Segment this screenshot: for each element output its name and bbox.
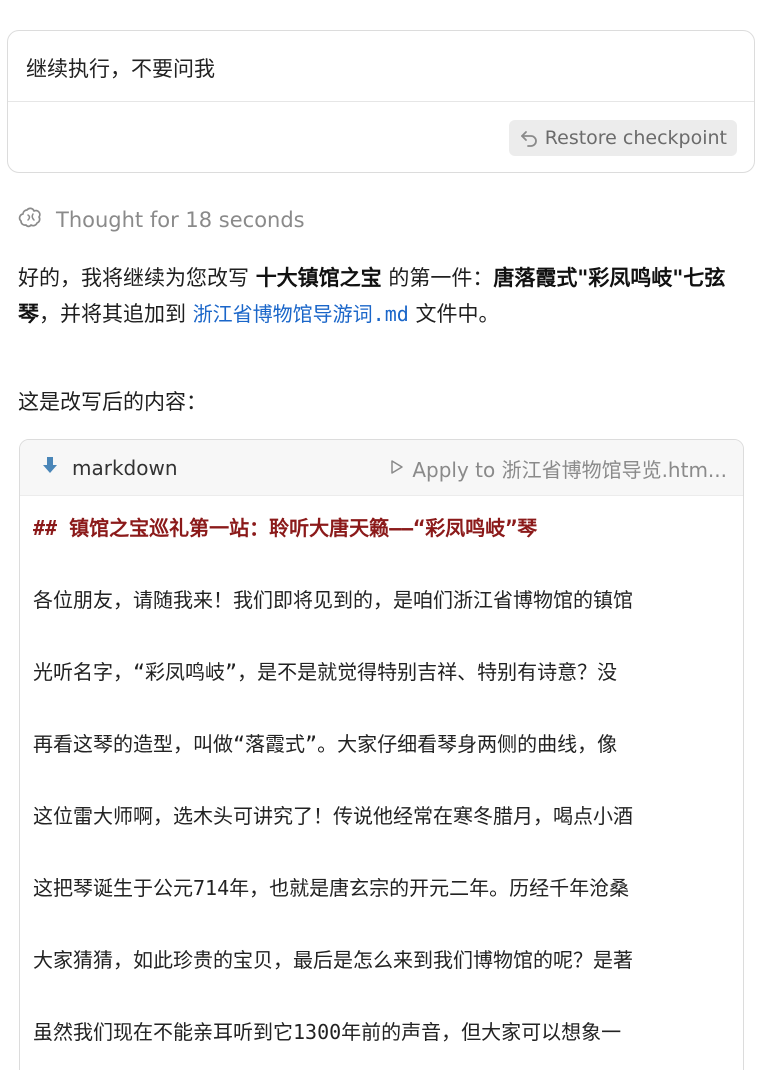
code-line: 再看这琴的造型，叫做“落霞式”。大家仔细看琴身两侧的曲线，像 (33, 732, 618, 756)
thought-toggle[interactable]: Thought for 18 seconds (18, 205, 305, 235)
code-line: 这位雷大师啊，选木头可讲究了！传说他经常在寒冬腊月，喝点小酒 (33, 804, 633, 828)
undo-arrow-icon (519, 128, 539, 148)
brain-icon (18, 206, 44, 235)
apply-label: Apply to 浙江省博物馆导览.htm... (412, 457, 727, 482)
user-message-text: 继续执行，不要问我 (26, 57, 215, 81)
code-line: 虽然我们现在不能亲耳听到它1300年前的声音，但大家可以想象一 (33, 1020, 622, 1044)
code-line-heading: ## 镇馆之宝巡礼第一站：聆听大唐天籁——“彩凤鸣岐”琴 (33, 516, 538, 540)
apply-button[interactable]: Apply to 浙江省博物馆导览.htm... (390, 454, 727, 482)
assistant-message: 好的，我将继续为您改写 十大镇馆之宝 的第一件：唐落霞式"彩凤鸣岐"七弦琴，并将… (18, 260, 758, 332)
code-content[interactable]: ## 镇馆之宝巡礼第一站：聆听大唐天籁——“彩凤鸣岐”琴 各位朋友，请随我来！我… (20, 496, 743, 1070)
file-link[interactable]: 浙江省博物馆导游词.md (193, 302, 409, 326)
assistant-text: 文件中。 (408, 302, 500, 326)
chat-panel: 继续执行，不要问我 Restore checkpoint Thought for… (0, 0, 780, 1070)
assistant-intro-line: 这是改写后的内容： (18, 390, 207, 414)
play-icon (390, 456, 404, 480)
assistant-text: 好的，我将继续为您改写 (18, 266, 256, 290)
markdown-download-icon (42, 456, 58, 481)
user-message-card[interactable]: 继续执行，不要问我 Restore checkpoint (7, 30, 755, 173)
restore-checkpoint-label: Restore checkpoint (544, 127, 727, 149)
code-line: 这把琴诞生于公元714年，也就是唐玄宗的开元二年。历经千年沧桑 (33, 876, 630, 900)
thought-label: Thought for 18 seconds (56, 208, 305, 232)
code-line: 光听名字，“彩凤鸣岐”，是不是就觉得特别吉祥、特别有诗意？没 (33, 660, 618, 684)
assistant-text: ，并将其追加到 (39, 302, 193, 326)
code-block-header: markdown Apply to 浙江省博物馆导览.htm... (20, 440, 743, 496)
code-language: markdown (42, 454, 178, 482)
code-line: 各位朋友，请随我来！我们即将见到的，是咱们浙江省博物馆的镇馆 (33, 588, 633, 612)
divider (8, 101, 754, 102)
restore-checkpoint-button[interactable]: Restore checkpoint (508, 120, 737, 156)
assistant-text: 的第一件： (381, 266, 494, 290)
code-block: markdown Apply to 浙江省博物馆导览.htm... ## 镇馆之… (19, 439, 744, 1070)
assistant-bold-treasures: 十大镇馆之宝 (255, 266, 382, 290)
code-line: 大家猜猜，如此珍贵的宝贝，最后是怎么来到我们博物馆的呢？是著 (33, 948, 633, 972)
code-language-label: markdown (72, 456, 178, 480)
